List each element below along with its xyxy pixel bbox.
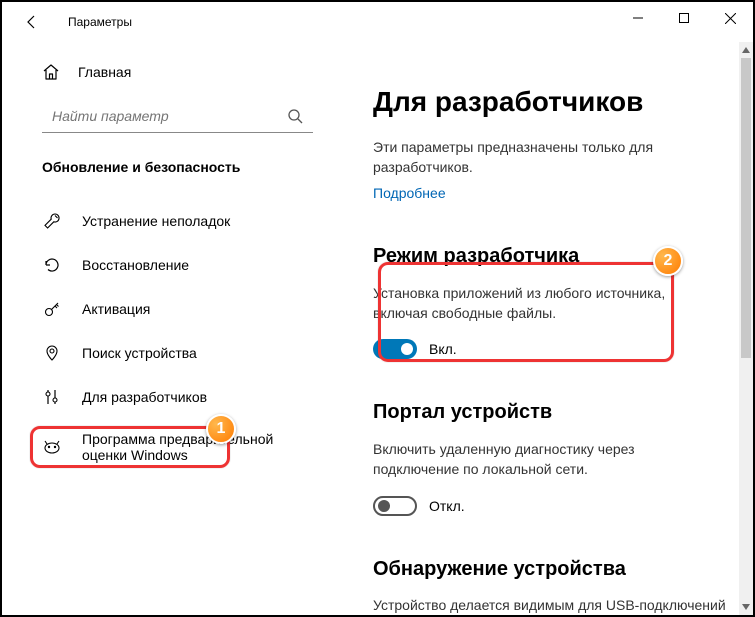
vertical-scrollbar[interactable]	[739, 42, 753, 615]
search-box[interactable]	[42, 100, 313, 133]
dev-mode-block: Установка приложений из любого источника…	[373, 284, 717, 359]
sidebar: Главная Обновление и безопасность Устран…	[2, 42, 337, 615]
scrollbar-thumb[interactable]	[741, 58, 751, 358]
sidebar-item-recovery[interactable]: Восстановление	[2, 243, 337, 287]
insider-icon	[42, 438, 62, 456]
scroll-up-arrow[interactable]	[739, 42, 753, 58]
device-portal-desc: Включить удаленную диагностику через под…	[373, 440, 717, 479]
device-portal-heading: Портал устройств	[373, 401, 717, 424]
back-button[interactable]	[20, 10, 44, 34]
recovery-icon	[42, 256, 62, 274]
learn-more-link[interactable]: Подробнее	[373, 185, 446, 201]
sidebar-item-developers[interactable]: Для разработчиков	[2, 375, 337, 419]
annotation-badge-2: 2	[653, 246, 683, 276]
discovery-cut-text: Устройство делается видимым для USB-подк…	[373, 597, 717, 613]
window-controls	[615, 2, 753, 34]
dev-mode-desc: Установка приложений из любого источника…	[373, 284, 717, 323]
minimize-button[interactable]	[615, 2, 661, 34]
device-portal-toggle[interactable]	[373, 496, 417, 516]
sidebar-item-label: Для разработчиков	[82, 389, 337, 405]
device-portal-block: Включить удаленную диагностику через под…	[373, 440, 717, 515]
dev-mode-toggle[interactable]	[373, 339, 417, 359]
sidebar-section-title: Обновление и безопасность	[2, 133, 337, 189]
location-icon	[42, 344, 62, 362]
content-area: Главная Обновление и безопасность Устран…	[2, 42, 753, 615]
key-icon	[42, 300, 62, 318]
maximize-button[interactable]	[661, 2, 707, 34]
page-title: Для разработчиков	[373, 86, 717, 118]
wrench-icon	[42, 212, 62, 230]
window-title: Параметры	[68, 15, 132, 29]
settings-window: Параметры Главная	[0, 0, 755, 617]
sidebar-home[interactable]: Главная	[2, 52, 337, 92]
sidebar-item-insider[interactable]: Программа предварительной оценки Windows	[2, 419, 337, 475]
sidebar-item-label: Восстановление	[82, 257, 337, 273]
search-input[interactable]	[42, 100, 313, 133]
close-button[interactable]	[707, 2, 753, 34]
sidebar-item-troubleshoot[interactable]: Устранение неполадок	[2, 199, 337, 243]
sidebar-nav: Устранение неполадок Восстановление Акти…	[2, 199, 337, 475]
titlebar: Параметры	[2, 2, 753, 42]
scroll-down-arrow[interactable]	[739, 599, 753, 615]
device-portal-state: Откл.	[429, 498, 465, 514]
main-panel: Для разработчиков Эти параметры предназн…	[337, 42, 753, 615]
developer-icon	[42, 388, 62, 406]
sidebar-item-label: Поиск устройства	[82, 345, 337, 361]
sidebar-home-label: Главная	[78, 64, 131, 80]
intro-text: Эти параметры предназначены только для р…	[373, 138, 717, 177]
sidebar-item-label: Активация	[82, 301, 337, 317]
sidebar-item-find-device[interactable]: Поиск устройства	[2, 331, 337, 375]
sidebar-item-activation[interactable]: Активация	[2, 287, 337, 331]
search-icon	[287, 108, 303, 124]
annotation-badge-1: 1	[206, 414, 236, 444]
home-icon	[42, 63, 60, 81]
dev-mode-state: Вкл.	[429, 341, 457, 357]
discovery-heading: Обнаружение устройства	[373, 558, 717, 581]
sidebar-item-label: Устранение неполадок	[82, 213, 337, 229]
